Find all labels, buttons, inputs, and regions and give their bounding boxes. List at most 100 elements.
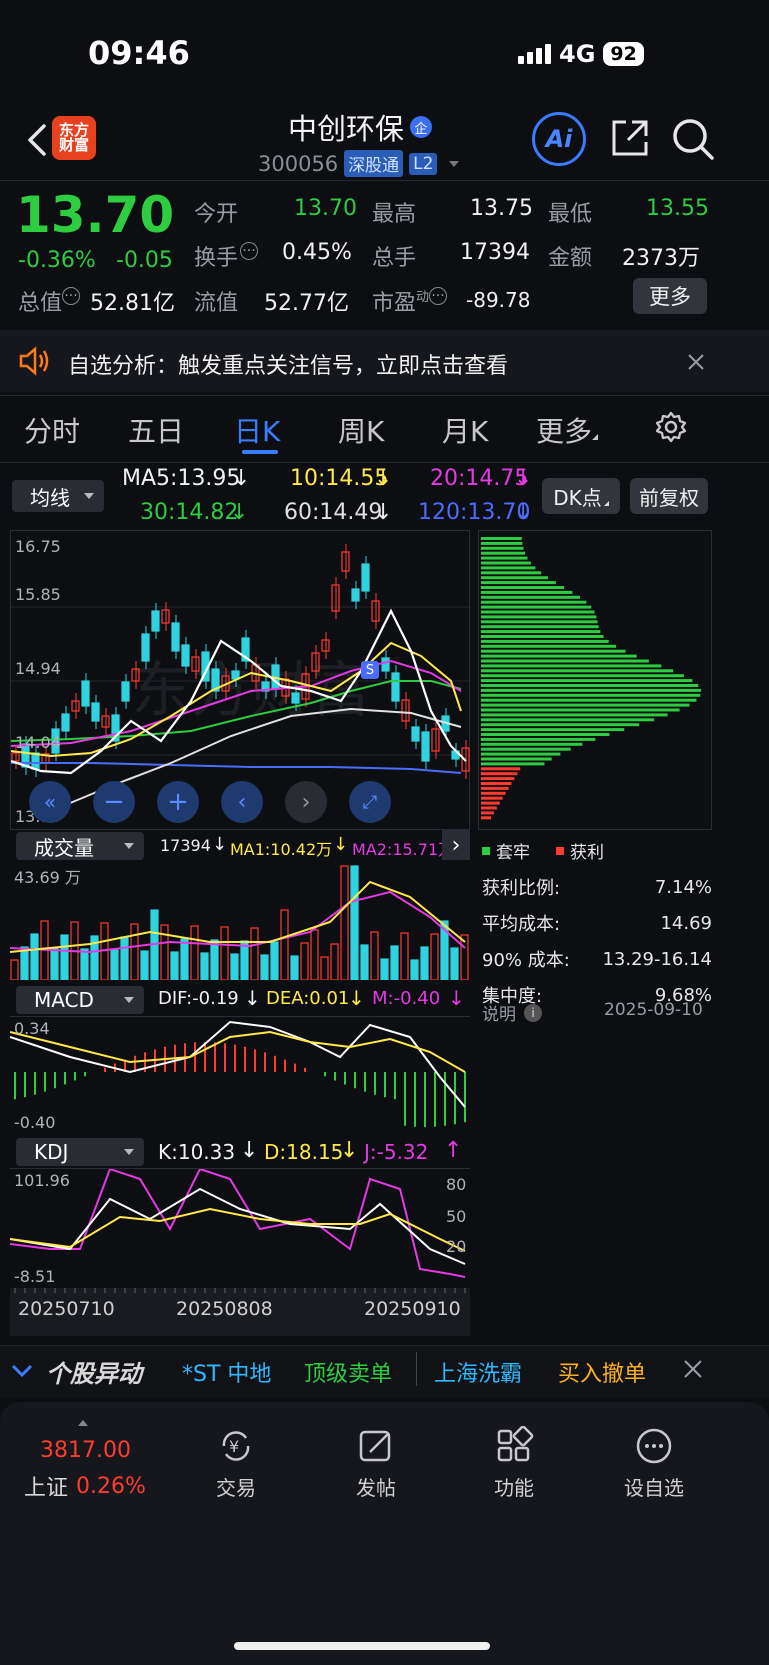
volume-bar [10,959,19,981]
chip-bar [481,605,592,609]
mktcap-label: 总值 [18,291,63,316]
caret-up-icon[interactable] [78,1420,88,1426]
volume-bar [340,865,349,981]
chip-bar [481,537,522,540]
index-row[interactable]: 上证 0.26% [24,1470,146,1502]
candle-body [181,644,190,667]
dk-point-button[interactable]: DK点 [542,478,620,514]
chevron-right-icon[interactable]: › [442,830,470,860]
volume-label: 总手 [372,246,417,271]
candle-body [91,702,100,722]
chip-legend: 套牢 获利 [482,838,604,863]
search-icon[interactable] [670,116,716,166]
date-label-2: 20250808 [176,1298,273,1320]
volume-bar [110,949,119,981]
chip-bar [481,644,617,648]
close-icon[interactable] [686,352,706,376]
zoom-out-icon[interactable]: − [93,781,135,823]
kdj-selector[interactable]: KDJ [16,1138,144,1166]
tab-monthly-k[interactable]: 月K [442,410,488,450]
ai-label: Ai [545,125,573,153]
app-logo: 东方 财富 [52,116,96,160]
kdj-chart: 101.96 -8.51 80 50 20 [9,1167,470,1286]
chevron-down-icon [124,843,134,849]
gear-icon[interactable] [654,410,688,448]
candle-body [411,726,420,742]
tab-weekly-k[interactable]: 周K [338,410,384,450]
volume-ma1: MA1:10.42万 [230,840,333,859]
arrow-down-icon: ↓ [212,834,228,855]
ma-selector-label: 均线 [30,485,70,510]
tab-more[interactable]: 更多 [536,410,599,450]
chip-bar [481,713,668,717]
chip-bar [481,566,536,570]
chip-bar [481,723,640,727]
stock-title-group[interactable]: 中创环保 企 [288,106,433,148]
index-value[interactable]: 3817.00 [40,1438,131,1463]
notice-text[interactable]: 自选分析：触发重点关注信号，立即点击查看 [68,348,508,380]
enterprise-badge: 企 [410,116,433,138]
chip-bar [481,703,690,707]
date-label-3: 20250910 [364,1298,461,1320]
kdj-d: D:18.15 [264,1140,344,1164]
kdj-level-50: 50 [446,1207,467,1226]
candle-body [141,633,150,662]
info-icon: i [524,1003,542,1022]
chip-bar [481,664,662,668]
more-dots-icon [636,1428,672,1464]
svg-text:¥: ¥ [229,1437,239,1456]
volume-selector[interactable]: 成交量 [16,832,144,860]
ai-button[interactable]: Ai [532,112,586,166]
network-label: 4G [559,40,596,68]
macd-dif-line [9,1020,466,1108]
tab-five-day[interactable]: 五日 [128,410,184,450]
ticker-item-4[interactable]: 买入撤单 [558,1356,646,1388]
chip-bar [481,693,701,697]
rewind-icon[interactable]: « [29,781,71,823]
arrow-down-icon: ↓ [244,986,261,1010]
chevron-right-icon[interactable]: › [285,781,327,823]
more-quote-button[interactable]: 更多 [633,278,707,314]
date-label-1: 20250710 [18,1298,115,1320]
volume-bar [180,938,189,981]
chip-bar [481,590,573,594]
ma60-label: 60:14.49 [284,500,383,525]
ticker-item-1[interactable]: *ST 中地 [182,1356,271,1388]
macd-m: M:-0.40 [372,988,441,1009]
info-dots-icon[interactable]: ··· [62,287,81,305]
chip-bar [481,737,596,741]
zoom-in-icon[interactable]: + [157,781,199,823]
chip-note[interactable]: 说明 i [482,1000,542,1025]
chip-bar [481,625,599,629]
ticker-item-3[interactable]: 上海洗霸 [434,1356,522,1388]
tab-daily-k[interactable]: 日K [234,410,280,450]
info-dots-icon[interactable]: ··· [429,287,448,305]
chip-bar [481,762,545,766]
ticker-item-2[interactable]: 顶级卖单 [304,1356,392,1388]
share-icon[interactable] [608,116,652,164]
adjust-button[interactable]: 前复权 [630,478,708,514]
ma-selector[interactable]: 均线 [12,480,104,512]
chevron-down-icon[interactable] [10,1358,34,1386]
info-dots-icon[interactable]: ··· [240,242,259,260]
fullscreen-icon[interactable]: ⤢ [349,781,391,823]
macd-selector[interactable]: MACD [16,986,144,1014]
volume-bar [120,936,129,981]
chip-bar [481,747,571,751]
nav-trade[interactable]: ¥ 交易 [196,1426,276,1501]
volume-bar [350,865,359,981]
stock-code-row[interactable]: 300056 深股通 L2 [258,150,460,177]
nav-post[interactable]: 发帖 [336,1426,416,1501]
close-icon[interactable] [682,1358,704,1384]
volume-bar [410,959,419,981]
macd-selector-label: MACD [34,988,94,1012]
high-value: 13.75 [470,196,533,221]
kdj-level-20: 20 [446,1237,467,1256]
kline-chart[interactable]: 东方财富 16.75 15.85 14.94 14.04 13.13 S « −… [10,530,471,830]
chevron-left-icon[interactable]: ‹ [221,781,263,823]
chip-bar [481,541,523,545]
nav-add-watchlist[interactable]: 设自选 [614,1426,694,1501]
nav-functions[interactable]: 功能 [474,1426,554,1501]
tab-intraday[interactable]: 分时 [24,410,80,450]
arrow-down-icon: ↓ [340,1138,359,1163]
